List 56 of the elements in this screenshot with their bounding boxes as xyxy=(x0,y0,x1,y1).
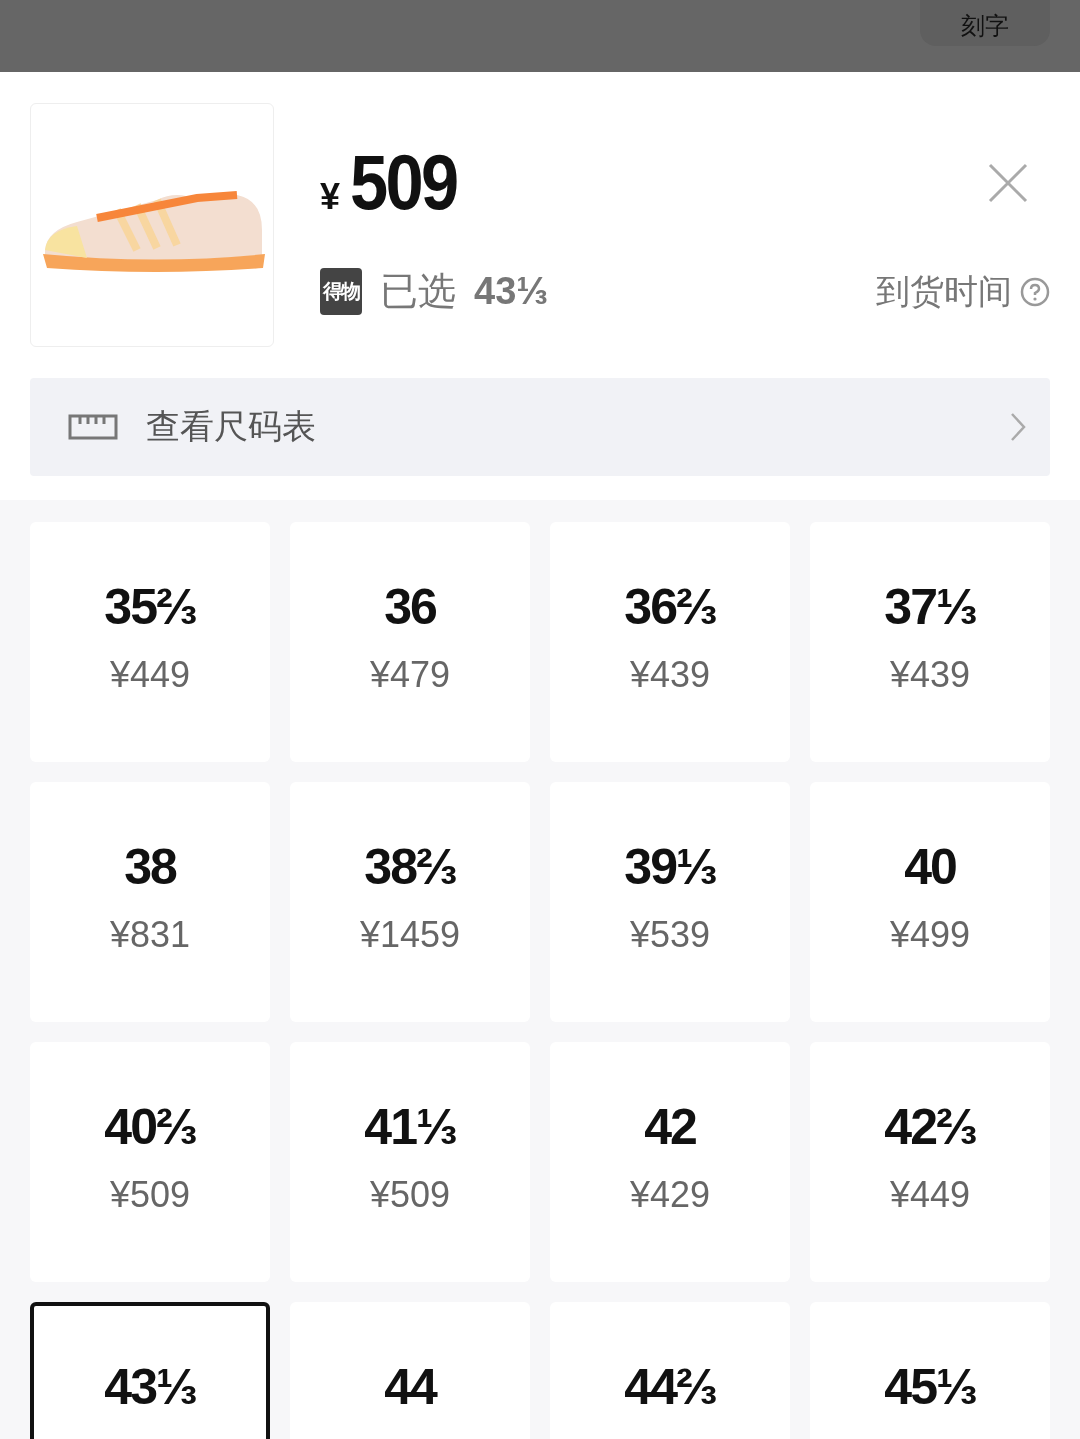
size-label: 37⅓ xyxy=(884,578,976,636)
help-icon[interactable] xyxy=(1020,276,1050,307)
size-chart-label: 查看尺码表 xyxy=(146,406,317,447)
size-option[interactable]: 42 ¥429 xyxy=(550,1042,790,1282)
product-price: 509 xyxy=(350,137,457,228)
size-label: 44⅔ xyxy=(624,1358,716,1416)
size-option[interactable]: 40 ¥499 xyxy=(810,782,1050,1022)
size-price: ¥539 xyxy=(629,914,711,956)
size-price: ¥509 xyxy=(109,1174,191,1216)
currency-symbol: ¥ xyxy=(320,176,341,218)
size-label: 40⅔ xyxy=(104,1098,196,1156)
size-label: 38⅔ xyxy=(364,838,456,896)
size-label: 36 xyxy=(384,578,436,636)
size-label: 43⅓ xyxy=(104,1358,196,1416)
size-option[interactable]: 43⅓ xyxy=(30,1302,270,1439)
size-option[interactable]: 38⅔ ¥1459 xyxy=(290,782,530,1022)
size-price: ¥439 xyxy=(629,654,711,696)
size-label: 36⅔ xyxy=(624,578,716,636)
size-option[interactable]: 36 ¥479 xyxy=(290,522,530,762)
chevron-right-icon xyxy=(1010,412,1026,442)
size-price: ¥449 xyxy=(889,1174,971,1216)
size-label: 45⅓ xyxy=(884,1358,976,1416)
size-label: 35⅔ xyxy=(104,578,196,636)
size-price: ¥439 xyxy=(889,654,971,696)
size-option[interactable]: 41⅓ ¥509 xyxy=(290,1042,530,1282)
selected-size: 43⅓ xyxy=(474,270,548,313)
size-option[interactable]: 36⅔ ¥439 xyxy=(550,522,790,762)
size-label: 42 xyxy=(644,1098,696,1156)
size-option[interactable]: 45⅓ xyxy=(810,1302,1050,1439)
size-price: ¥509 xyxy=(369,1174,451,1216)
size-price: ¥479 xyxy=(369,654,451,696)
size-option[interactable]: 44⅔ xyxy=(550,1302,790,1439)
size-price: ¥1459 xyxy=(359,914,461,956)
size-label: 40 xyxy=(904,838,956,896)
size-price: ¥429 xyxy=(629,1174,711,1216)
size-label: 42⅔ xyxy=(884,1098,976,1156)
size-label: 39⅓ xyxy=(624,838,716,896)
ruler-icon xyxy=(68,414,118,440)
close-icon[interactable] xyxy=(988,162,1028,203)
size-option[interactable]: 38 ¥831 xyxy=(30,782,270,1022)
size-price: ¥831 xyxy=(109,914,191,956)
size-label: 44 xyxy=(384,1358,436,1416)
size-option[interactable]: 35⅔ ¥449 xyxy=(30,522,270,762)
size-chart-bar[interactable]: 查看尺码表 xyxy=(30,378,1050,476)
size-option[interactable]: 37⅓ ¥439 xyxy=(810,522,1050,762)
size-option[interactable]: 39⅓ ¥539 xyxy=(550,782,790,1022)
size-label: 41⅓ xyxy=(364,1098,456,1156)
size-option[interactable]: 44 xyxy=(290,1302,530,1439)
size-option[interactable]: 42⅔ ¥449 xyxy=(810,1042,1050,1282)
size-option[interactable]: 40⅔ ¥509 xyxy=(30,1042,270,1282)
arrival-time-label: 到货时间 xyxy=(876,270,1012,312)
size-label: 38 xyxy=(124,838,176,896)
brand-badge: 得物 xyxy=(320,268,362,315)
size-price: ¥499 xyxy=(889,914,971,956)
size-price: ¥449 xyxy=(109,654,191,696)
selected-label: 已选 xyxy=(380,269,456,314)
